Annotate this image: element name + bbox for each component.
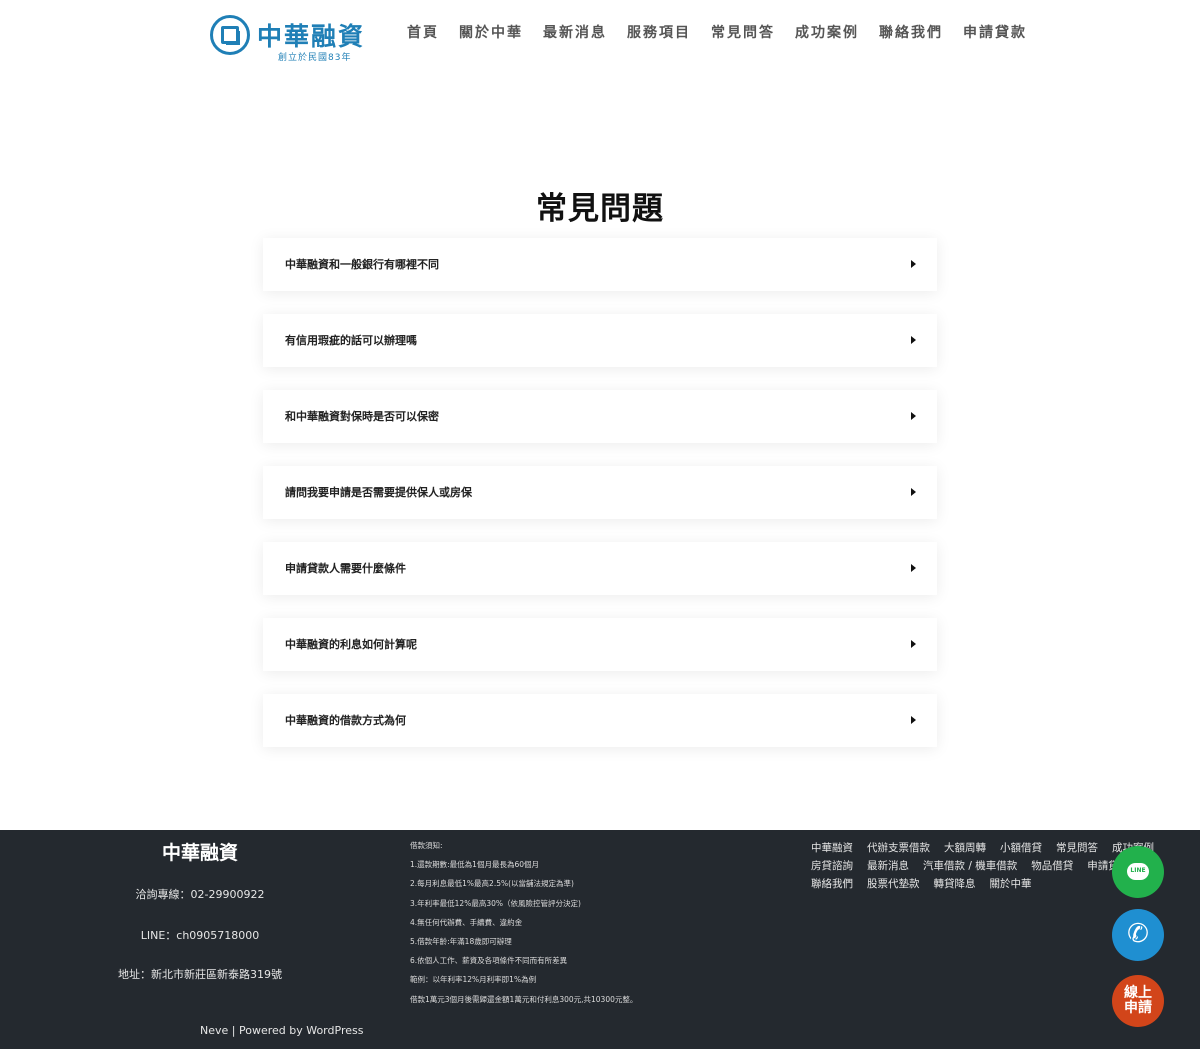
footer-link[interactable]: 房貸諮詢: [811, 858, 853, 876]
footer-link[interactable]: 代辦支票借款: [867, 840, 930, 858]
site-logo[interactable]: 中華融資 創立於民國83年: [210, 13, 370, 63]
faq-item[interactable]: 請問我要申請是否需要提供保人或房保: [263, 466, 937, 519]
line-chat-button[interactable]: LINE: [1112, 846, 1164, 898]
nav-contact[interactable]: 聯絡我們: [879, 22, 943, 42]
loan-note: 2.每月利息最低1%最高2.5%(以當舖法規定為準): [410, 879, 574, 889]
caret-right-icon: [911, 716, 916, 724]
online-apply-button[interactable]: 線上 申請: [1112, 975, 1164, 1027]
faq-item[interactable]: 有信用瑕疵的話可以辦理嗎: [263, 314, 937, 367]
phone-icon: ✆: [1127, 919, 1149, 949]
footer-link[interactable]: 物品借貸: [1031, 858, 1073, 876]
online-apply-label: 線上 申請: [1124, 985, 1152, 1016]
caret-right-icon: [911, 488, 916, 496]
footer-link[interactable]: 小額借貸: [1000, 840, 1042, 858]
faq-item[interactable]: 中華融資的借款方式為何: [263, 694, 937, 747]
caret-right-icon: [911, 336, 916, 344]
loan-note: 4.無任何代辦費、手續費、違約金: [410, 917, 523, 927]
caret-right-icon: [911, 640, 916, 648]
footer-brand: 中華融資: [161, 842, 238, 864]
faq-item[interactable]: 中華融資和一般銀行有哪裡不同: [263, 238, 937, 291]
footer-link[interactable]: 聯絡我們: [811, 876, 853, 894]
footer-link[interactable]: 常見問答: [1056, 840, 1098, 858]
faq-question: 有信用瑕疵的話可以辦理嗎: [285, 334, 417, 347]
loan-note: 範例：以年利率12%月利率即1%為例: [410, 975, 537, 985]
logo-subtitle: 創立於民國83年: [278, 53, 352, 63]
loan-note: 借款1萬元3個月後需歸還金額1萬元和付利息300元,共10300元整。: [410, 994, 638, 1004]
footer-line-id: LINE：ch0905718000: [140, 929, 260, 942]
footer-link[interactable]: 轉貸降息: [934, 876, 976, 894]
nav-cases[interactable]: 成功案例: [795, 22, 859, 42]
footer-link[interactable]: 汽車借款 / 機車借款: [923, 858, 1017, 876]
footer-credit[interactable]: Neve | Powered by WordPress: [200, 1024, 363, 1037]
nav-about[interactable]: 關於中華: [459, 22, 523, 42]
nav-services[interactable]: 服務項目: [627, 22, 691, 42]
faq-question: 中華融資的利息如何計算呢: [285, 638, 417, 651]
footer-address: 地址：新北市新莊區新泰路319號: [118, 968, 282, 981]
footer-link[interactable]: 最新消息: [867, 858, 909, 876]
faq-question: 中華融資的借款方式為何: [285, 714, 406, 727]
caret-right-icon: [911, 412, 916, 420]
nav-news[interactable]: 最新消息: [543, 22, 607, 42]
line-icon-label: LINE: [1130, 867, 1146, 874]
nav-apply[interactable]: 申請貸款: [963, 22, 1027, 42]
faq-question: 申請貸款人需要什麼條件: [285, 562, 406, 575]
site-footer: 中華融資 洽詢專線：02-29900922 LINE：ch0905718000 …: [0, 830, 1200, 1049]
footer-link[interactable]: 關於中華: [990, 876, 1032, 894]
loan-note: 5.借款年齡:年滿18歲即可辦理: [410, 936, 512, 946]
site-header: 中華融資 創立於民國83年 首頁 關於中華 最新消息 服務項目 常見問答 成功案…: [0, 0, 1200, 70]
line-icon: LINE: [1127, 863, 1149, 880]
loan-note: 1.還款期數:最低為1個月最長為60個月: [410, 860, 539, 870]
caret-right-icon: [911, 564, 916, 572]
nav-faq[interactable]: 常見問答: [711, 22, 775, 42]
page-title: 常見問題: [536, 191, 664, 227]
call-button[interactable]: ✆: [1112, 909, 1164, 961]
loan-note: 借款須知:: [410, 841, 443, 850]
faq-question: 中華融資和一般銀行有哪裡不同: [285, 258, 439, 271]
loan-note: 3.年利率最低12%最高30%（依風險控管評分決定): [410, 898, 581, 908]
logo-title: 中華融資: [257, 22, 366, 51]
caret-right-icon: [911, 260, 916, 268]
faq-item[interactable]: 中華融資的利息如何計算呢: [263, 618, 937, 671]
footer-link[interactable]: 大額周轉: [944, 840, 986, 858]
main-nav: 首頁 關於中華 最新消息 服務項目 常見問答 成功案例 聯絡我們 申請貸款: [407, 22, 1027, 42]
faq-item[interactable]: 和中華融資對保時是否可以保密: [263, 390, 937, 443]
footer-phone: 洽詢專線：02-29900922: [135, 888, 265, 901]
faq-list: 中華融資和一般銀行有哪裡不同 有信用瑕疵的話可以辦理嗎 和中華融資對保時是否可以…: [263, 238, 937, 770]
faq-question: 和中華融資對保時是否可以保密: [285, 410, 439, 423]
logo-icon: [210, 15, 250, 55]
loan-note: 6.依個人工作、薪資及各項條件不同而有所差異: [410, 956, 568, 966]
faq-question: 請問我要申請是否需要提供保人或房保: [285, 486, 472, 499]
footer-link[interactable]: 中華融資: [811, 840, 853, 858]
nav-home[interactable]: 首頁: [407, 22, 439, 42]
faq-item[interactable]: 申請貸款人需要什麼條件: [263, 542, 937, 595]
loan-notes: 借款須知: 1.還款期數:最低為1個月最長為60個月 2.每月利息最低1%最高2…: [410, 840, 710, 1013]
footer-link[interactable]: 股票代墊款: [867, 876, 920, 894]
